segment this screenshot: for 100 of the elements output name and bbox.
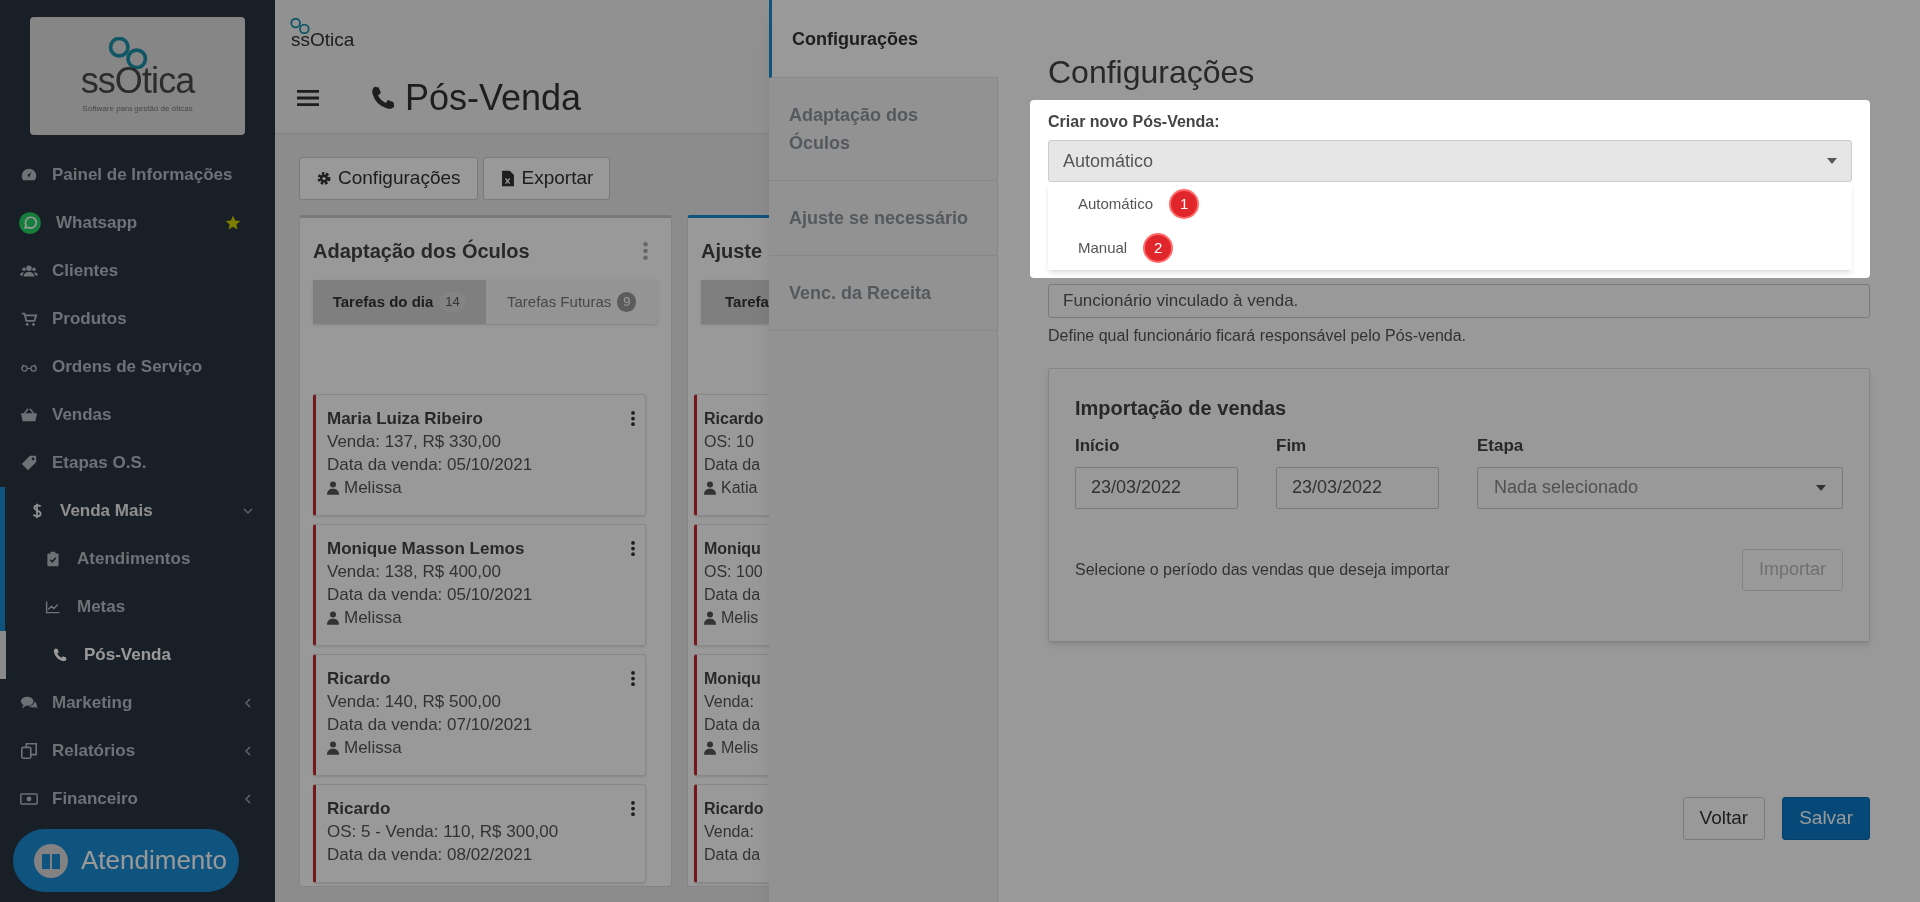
caret-icon [1827,158,1837,164]
salesperson: Melis [721,608,759,628]
customer-name: Ricardo [704,799,764,819]
count-badge: 9 [617,292,637,312]
sidebar-subitem[interactable]: Pós-Venda [0,631,275,679]
sidebar-item[interactable]: Relatórios [0,727,275,775]
customer-name: Ricardo [704,409,764,429]
sale-info: Venda: [704,822,755,842]
drawer-nav-item[interactable]: Venc. da Receita [769,256,997,331]
gear-icon [316,170,332,187]
sale-date: Data da [704,845,762,865]
caret-icon [1816,484,1826,491]
salesperson: Melis [721,738,759,758]
sidebar-item[interactable]: Ordens de Serviço [0,343,275,391]
chat-bubble-icon [18,211,42,235]
help-text: Define qual funcionário ficará responsável pelo Pós-venda. [1048,326,1468,346]
sidebar-item[interactable]: Clientes [0,247,275,295]
step-number-badge: 1 [1169,189,1200,219]
kebab-menu-icon [631,801,635,816]
task-card[interactable]: Ricardo Venda: 140, R$ 500,00 Data da venda: 07/10/2021 Melissa [313,654,646,776]
sale-date: Data da [704,715,762,735]
toolbar-button[interactable]: Configurações [299,157,478,200]
field-label: Fim [1276,435,1308,457]
book-chat-icon [33,842,69,879]
employee-select[interactable]: Funcionário vinculado à venda. [1048,284,1870,318]
task-card[interactable]: Ricardo OS: 5 - Venda: 110, R$ 300,00 Data da venda: 08/02/2021 [313,784,646,883]
clipboard-check-icon [45,551,61,567]
save-button[interactable]: Salvar [1782,797,1870,840]
sidebar-item[interactable]: Vendas [0,391,275,439]
task-card[interactable]: Maria Luiza Ribeiro Venda: 137, R$ 330,00 Data da venda: 05/10/2021 Melissa [313,394,646,516]
step-number-badge: 2 [1143,233,1174,263]
dropdown-option[interactable]: Automático [1078,192,1154,216]
column-title: Ajuste [701,239,763,264]
drawer-nav-item[interactable]: Adaptação dos Óculos [769,78,997,181]
sidebar-subitem[interactable]: Metas [5,583,275,631]
sidebar-subitem[interactable]: Atendimentos [5,535,275,583]
import-hint: Selecione o período das vendas que deseja importar [1075,559,1450,580]
sidebar-item[interactable]: Marketing [0,679,275,727]
sale-info: OS: 100 [704,562,764,582]
field-label: Início [1075,435,1121,457]
user-icon [704,740,716,755]
chat-button[interactable]: Atendimento [13,829,239,892]
settings-heading: Configurações [1048,53,1256,92]
sale-date: Data da venda: 05/10/2021 [327,454,534,476]
user-icon [327,740,339,755]
customer-name: Maria Luiza Ribeiro [327,408,483,430]
kebab-menu-icon [643,242,648,260]
task-card[interactable]: Monique Masson Lemos Venda: 138, R$ 400,00 Data da venda: 05/10/2021 Melissa [313,524,646,646]
line-chart-icon [45,599,61,615]
sale-date: Data da [704,455,762,475]
dropdown-option[interactable]: Manual [1078,236,1128,260]
page-title: Pós-Venda [405,75,582,120]
sale-info: Venda: 140, R$ 500,00 [327,691,502,713]
panel-title: Importação de vendas [1075,396,1288,421]
cart-icon [20,310,38,328]
sale-date: Data da [704,585,762,605]
customer-name: Moniqu [704,539,761,559]
sale-info: OS: 5 - Venda: 110, R$ 300,00 [327,821,560,843]
salesperson: Katia [721,478,758,498]
sidebar-item[interactable]: Venda Mais [5,487,275,535]
salesperson: Melissa [344,737,402,759]
customer-name: Ricardo [327,798,391,820]
customer-name: Ricardo [327,668,391,690]
sale-date: Data da venda: 07/10/2021 [327,714,534,736]
date-field[interactable]: 23/03/2022 [1075,466,1238,509]
sale-info: Venda: [704,692,755,712]
kebab-menu-icon [631,541,635,556]
brand-wordmark: ssOtica [291,30,355,49]
sidebar-item[interactable]: Whatsapp [0,199,275,247]
sale-date: Data da venda: 05/10/2021 [327,584,534,606]
kebab-menu-icon [631,671,635,686]
count-badge: 14 [439,292,466,312]
sale-info: OS: 10 [704,432,755,452]
user-icon [327,480,339,495]
sidebar-item[interactable]: Painel de Informações [0,151,275,199]
sidebar-item[interactable]: Produtos [0,295,275,343]
salesperson: Melissa [344,477,402,499]
toolbar-button[interactable]: Exportar [482,157,611,200]
column-title: Adaptação dos Óculos [313,238,530,264]
tab[interactable]: Tarefas do dia 14 [313,280,486,324]
salesperson: Melissa [344,607,402,629]
user-icon [327,610,339,625]
back-button[interactable]: Voltar [1682,797,1766,840]
sale-info: Venda: 138, R$ 400,00 [327,561,502,583]
copy-icon [20,742,38,760]
tab[interactable]: Tarefas Futuras 9 [485,280,658,324]
sidebar-item[interactable]: Etapas O.S. [0,439,275,487]
customer-name: Moniqu [704,669,761,689]
banknote-icon [20,790,38,808]
drawer-nav-item[interactable]: Ajuste se necessário [769,181,997,256]
sale-info: Venda: 137, R$ 330,00 [327,431,502,453]
field-label: Etapa [1477,435,1525,457]
date-field[interactable]: 23/03/2022 [1276,466,1439,509]
customer-name: Monique Masson Lemos [327,538,525,560]
drawer-nav-item[interactable]: Configurações [769,0,998,78]
sidebar-item[interactable]: Financeiro [0,775,275,823]
post-sale-select[interactable]: Automático [1048,140,1852,182]
logo-wordmark: ssOtica [80,63,195,99]
stage-select[interactable]: Nada selecionado [1477,466,1843,509]
spreadsheet-file-icon [499,170,516,187]
